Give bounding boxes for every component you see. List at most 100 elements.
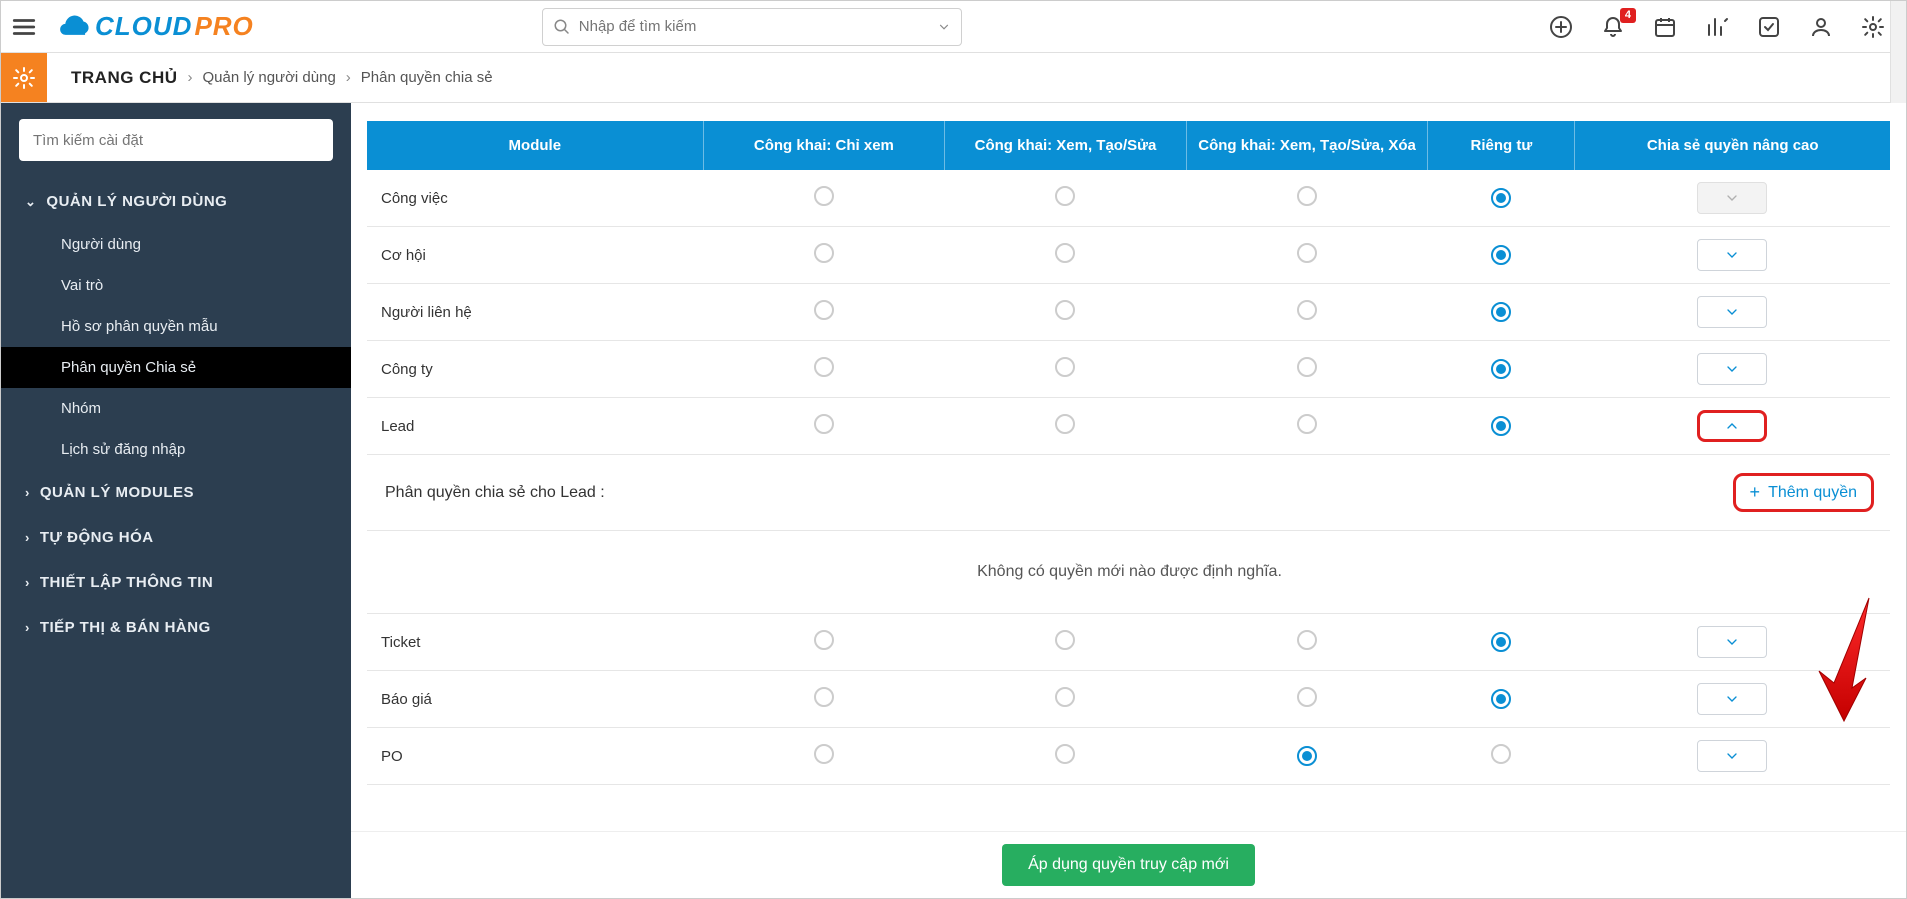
radio-option[interactable]	[1297, 414, 1317, 434]
col-header-public-rwd: Công khai: Xem, Tạo/Sửa, Xóa	[1186, 121, 1428, 170]
col-header-private: Riêng tư	[1428, 121, 1575, 170]
permission-cell	[703, 341, 945, 398]
radio-option[interactable]	[1491, 359, 1511, 379]
radio-option[interactable]	[1491, 632, 1511, 652]
module-cell: Công việc	[367, 170, 703, 227]
chevron-right-icon: ›	[25, 530, 30, 545]
chevron-right-icon: ›	[188, 69, 193, 86]
radio-option[interactable]	[1491, 689, 1511, 709]
sidebar-search-input[interactable]	[19, 119, 333, 161]
radio-option[interactable]	[1297, 300, 1317, 320]
chevron-right-icon: ›	[346, 69, 351, 86]
radio-option[interactable]	[1297, 357, 1317, 377]
table-row: Công ty	[367, 341, 1890, 398]
radio-option[interactable]	[1491, 744, 1511, 764]
add-permission-label: Thêm quyền	[1768, 484, 1857, 502]
logo[interactable]: CLOUDPRO	[55, 11, 254, 42]
radio-option[interactable]	[1055, 357, 1075, 377]
breadcrumb-home[interactable]: TRANG CHỦ	[71, 68, 178, 88]
permission-cell	[703, 728, 945, 785]
sidebar-group-label: QUẢN LÝ NGƯỜI DÙNG	[46, 193, 227, 210]
module-cell: Người liên hệ	[367, 284, 703, 341]
chevron-right-icon: ›	[25, 485, 30, 500]
sidebar-item-profiles[interactable]: Hồ sơ phân quyền mẫu	[1, 306, 351, 347]
radio-option[interactable]	[814, 186, 834, 206]
plus-circle-icon	[1549, 15, 1573, 39]
radio-option[interactable]	[814, 357, 834, 377]
sidebar-group-users[interactable]: ⌄ QUẢN LÝ NGƯỜI DÙNG	[1, 179, 351, 224]
module-cell: Lead	[367, 398, 703, 455]
permission-cell	[1186, 341, 1428, 398]
radio-option[interactable]	[1297, 687, 1317, 707]
permission-cell	[1186, 728, 1428, 785]
expand-button[interactable]	[1697, 296, 1767, 328]
radio-option[interactable]	[1491, 188, 1511, 208]
sidebar-item-groups[interactable]: Nhóm	[1, 388, 351, 429]
sidebar-group-modules[interactable]: › QUẢN LÝ MODULES	[1, 470, 351, 515]
radio-option[interactable]	[1297, 243, 1317, 263]
radio-option[interactable]	[1055, 630, 1075, 650]
radio-option[interactable]	[814, 744, 834, 764]
permission-cell	[1428, 284, 1575, 341]
menu-toggle-button[interactable]	[1, 1, 47, 53]
breadcrumb: TRANG CHỦ › Quản lý người dùng › Phân qu…	[47, 53, 517, 102]
radio-option[interactable]	[1297, 746, 1317, 766]
advanced-cell	[1575, 170, 1890, 227]
radio-option[interactable]	[1055, 414, 1075, 434]
expand-button[interactable]	[1697, 740, 1767, 772]
radio-option[interactable]	[1055, 243, 1075, 263]
expand-button[interactable]	[1697, 239, 1767, 271]
radio-option[interactable]	[814, 630, 834, 650]
apply-button[interactable]: Áp dụng quyền truy cập mới	[1002, 844, 1255, 886]
radio-option[interactable]	[1491, 302, 1511, 322]
notifications-button[interactable]: 4	[1600, 14, 1626, 40]
sidebar-item-roles[interactable]: Vai trò	[1, 265, 351, 306]
permission-cell	[1186, 398, 1428, 455]
lead-detail-header-row: Phân quyền chia sẻ cho Lead : +Thêm quyền	[367, 455, 1890, 531]
add-permission-button[interactable]: +Thêm quyền	[1733, 473, 1874, 512]
module-cell: Công ty	[367, 341, 703, 398]
expand-button[interactable]	[1697, 626, 1767, 658]
tasks-button[interactable]	[1756, 14, 1782, 40]
permission-cell	[945, 614, 1187, 671]
chevron-down-icon[interactable]	[937, 20, 951, 34]
table-row: Người liên hệ	[367, 284, 1890, 341]
radio-option[interactable]	[1055, 300, 1075, 320]
lead-detail-title: Phân quyền chia sẻ cho Lead :	[385, 484, 605, 502]
radio-option[interactable]	[1297, 630, 1317, 650]
radio-option[interactable]	[1491, 416, 1511, 436]
radio-option[interactable]	[814, 300, 834, 320]
radio-option[interactable]	[1491, 245, 1511, 265]
settings-tab[interactable]	[1, 53, 47, 102]
radio-option[interactable]	[1055, 744, 1075, 764]
add-button[interactable]	[1548, 14, 1574, 40]
global-search[interactable]	[542, 8, 962, 46]
settings-button[interactable]	[1860, 14, 1886, 40]
sidebar-group-config[interactable]: › THIẾT LẬP THÔNG TIN	[1, 560, 351, 605]
cloud-icon	[55, 13, 93, 41]
breadcrumb-level1[interactable]: Quản lý người dùng	[203, 69, 336, 86]
sidebar-group-marketing[interactable]: › TIẾP THỊ & BÁN HÀNG	[1, 605, 351, 650]
radio-option[interactable]	[814, 687, 834, 707]
sidebar-search[interactable]	[19, 119, 333, 161]
sidebar-item-sharing[interactable]: Phân quyền Chia sẻ	[1, 347, 351, 388]
radio-option[interactable]	[1055, 186, 1075, 206]
search-input[interactable]	[579, 18, 929, 35]
radio-option[interactable]	[1297, 186, 1317, 206]
profile-button[interactable]	[1808, 14, 1834, 40]
topbar: CLOUDPRO 4	[1, 1, 1906, 53]
calendar-button[interactable]	[1652, 14, 1678, 40]
table-row: Công việc	[367, 170, 1890, 227]
sidebar-item-login-history[interactable]: Lịch sử đăng nhập	[1, 429, 351, 470]
permission-cell	[945, 170, 1187, 227]
expand-button[interactable]	[1697, 683, 1767, 715]
collapse-button[interactable]	[1697, 410, 1767, 442]
sidebar-item-users[interactable]: Người dùng	[1, 224, 351, 265]
sidebar-group-automation[interactable]: › TỰ ĐỘNG HÓA	[1, 515, 351, 560]
radio-option[interactable]	[814, 243, 834, 263]
reports-button[interactable]	[1704, 14, 1730, 40]
notification-badge: 4	[1620, 8, 1636, 23]
expand-button[interactable]	[1697, 353, 1767, 385]
radio-option[interactable]	[814, 414, 834, 434]
radio-option[interactable]	[1055, 687, 1075, 707]
